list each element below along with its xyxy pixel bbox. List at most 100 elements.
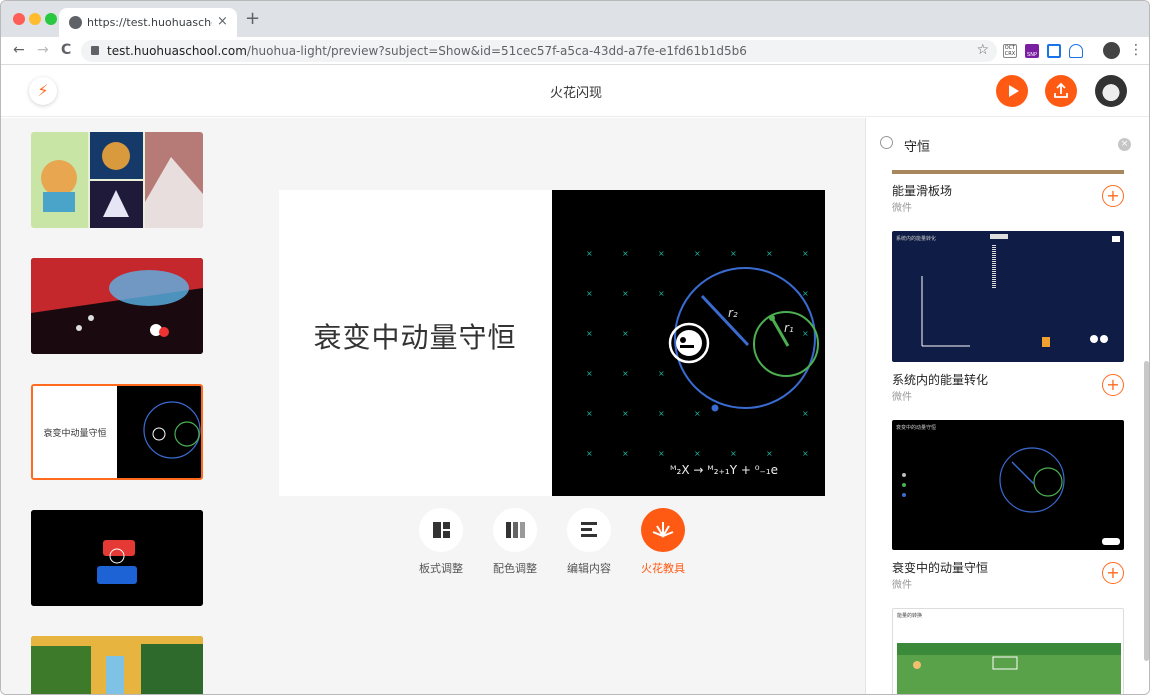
svg-text:×: ×: [622, 409, 629, 418]
decay-widget-preview: 衰变中的动量守恒: [896, 424, 1120, 545]
r2-label: r₂: [728, 306, 738, 320]
clear-search-icon[interactable]: ×: [1118, 138, 1131, 151]
edit-content-label: 编辑内容: [567, 562, 611, 575]
color-adjust-label: 配色调整: [493, 562, 537, 575]
layout-icon: [433, 522, 450, 538]
slide-list: 衰变中动量守恒: [1, 118, 241, 694]
upload-icon: [1054, 82, 1068, 98]
color-adjust-button[interactable]: 配色调整: [485, 508, 545, 576]
panel-scrollbar[interactable]: [1144, 361, 1149, 661]
edit-content-button[interactable]: 编辑内容: [559, 508, 619, 576]
slide-thumbnail-selected[interactable]: 衰变中动量守恒: [31, 384, 203, 480]
slide-preview[interactable]: 衰变中动量守恒 × × × × × × × × × × × × × × × × × × × × × × × × × × ×…: [279, 190, 825, 496]
result-thumbnail[interactable]: 能量的转换: [892, 608, 1124, 694]
page-title: 火花闪现: [549, 86, 602, 101]
play-button[interactable]: [996, 75, 1028, 107]
spark-tools-button[interactable]: 火花教具: [633, 508, 693, 576]
screenshot-extension-icon[interactable]: [1047, 44, 1061, 58]
add-widget-button[interactable]: +: [1102, 374, 1124, 396]
add-widget-button[interactable]: +: [1102, 185, 1124, 207]
decay-formula: ᴹ₂X → ᴹ₂₊₁Y + ⁰₋₁e: [670, 463, 778, 477]
slide-thumbnail[interactable]: [31, 132, 203, 228]
back-button[interactable]: ←: [13, 41, 25, 59]
search-input[interactable]: 守恒: [904, 136, 930, 155]
globe-icon: [69, 16, 82, 29]
svg-text:×: ×: [586, 369, 593, 378]
forward-button[interactable]: →: [37, 41, 49, 59]
result-type: 微件: [892, 203, 912, 214]
editor-canvas: 衰变中动量守恒 × × × × × × × × × × × × × × × × × × × × × × × × × × ×…: [241, 118, 865, 694]
user-extension-icon[interactable]: [1069, 44, 1083, 58]
physics-widget[interactable]: × × × × × × × × × × × × × × × × × × × × × × × × × × × × ×: [552, 190, 825, 496]
browser-tab[interactable]: https://test.huohuaschool.com ×: [59, 8, 237, 37]
snp-extension-icon[interactable]: SNP: [1025, 44, 1039, 58]
svg-text:×: ×: [622, 449, 629, 458]
svg-text:×: ×: [802, 449, 809, 458]
svg-text:×: ×: [658, 449, 665, 458]
result-image-edge: [892, 170, 1124, 174]
svg-text:×: ×: [622, 369, 629, 378]
slide-thumbnail[interactable]: [31, 636, 203, 694]
football-widget-preview: 能量的转换: [897, 612, 1121, 694]
svg-text:×: ×: [802, 409, 809, 418]
collage-illustration: [31, 132, 203, 228]
svg-text:×: ×: [766, 449, 773, 458]
browser-window: https://test.huohuaschool.com × + ← → C …: [0, 0, 1150, 695]
svg-text:衰变中的动量守恒: 衰变中的动量守恒: [896, 424, 936, 431]
tab-strip: https://test.huohuaschool.com × +: [1, 1, 1149, 37]
svg-text:×: ×: [658, 409, 665, 418]
result-thumbnail[interactable]: 衰变中的动量守恒: [892, 420, 1124, 550]
browser-menu-icon[interactable]: ⋮: [1129, 42, 1143, 58]
play-icon: [1009, 85, 1019, 97]
svg-text:系统内的能量转化: 系统内的能量转化: [896, 235, 936, 242]
maximize-window-button[interactable]: [45, 13, 57, 25]
svg-text:×: ×: [586, 289, 593, 298]
svg-text:×: ×: [586, 409, 593, 418]
result-name: 衰变中的动量守恒: [892, 561, 989, 575]
svg-text:×: ×: [730, 249, 737, 258]
physics-illustration: [117, 386, 201, 478]
svg-text:×: ×: [802, 329, 809, 338]
svg-text:×: ×: [730, 449, 737, 458]
layout-adjust-button[interactable]: 板式调整: [411, 508, 471, 576]
svg-text:×: ×: [766, 249, 773, 258]
result-name: 系统内的能量转化: [892, 373, 989, 387]
lock-icon: [91, 46, 99, 55]
tab-close-icon[interactable]: ×: [217, 14, 228, 29]
reload-button[interactable]: C: [61, 41, 71, 59]
search-box[interactable]: 守恒 ×: [880, 134, 1131, 156]
slide-thumbnail-title: 衰变中动量守恒: [43, 429, 107, 439]
r1-label: r₁: [784, 321, 794, 335]
search-icon: [880, 136, 893, 149]
spark-tool-icon: [652, 522, 674, 538]
layout-adjust-label: 板式调整: [419, 562, 463, 575]
oct-crx-extension-icon[interactable]: OCT CRX: [1003, 44, 1017, 58]
svg-text:×: ×: [694, 249, 701, 258]
user-avatar[interactable]: [1095, 75, 1127, 107]
new-tab-button[interactable]: +: [245, 10, 260, 28]
tab-title: https://test.huohuaschool.com: [87, 16, 212, 29]
close-window-button[interactable]: [13, 13, 25, 25]
svg-text:×: ×: [658, 289, 665, 298]
minimize-window-button[interactable]: [29, 13, 41, 25]
slide-title: 衰变中动量守恒: [313, 321, 517, 354]
slide-thumbnail[interactable]: [31, 258, 203, 354]
jungle-illustration: [31, 636, 203, 694]
upload-button[interactable]: [1045, 75, 1077, 107]
result-thumbnail[interactable]: 系统内的能量转化: [892, 231, 1124, 362]
svg-text:×: ×: [622, 289, 629, 298]
svg-text:×: ×: [658, 249, 665, 258]
url-path: /huohua-light/preview?subject=Show&id=51…: [246, 44, 747, 58]
result-type: 微件: [892, 392, 912, 403]
slide-thumbnail[interactable]: [31, 510, 203, 606]
svg-text:×: ×: [694, 449, 701, 458]
add-widget-button[interactable]: +: [1102, 562, 1124, 584]
svg-text:×: ×: [622, 329, 629, 338]
svg-text:×: ×: [586, 329, 593, 338]
color-icon: [506, 522, 525, 538]
bookmark-star-icon[interactable]: ☆: [976, 42, 989, 58]
svg-text:×: ×: [694, 409, 701, 418]
address-bar[interactable]: test.huohuaschool.com/huohua-light/previ…: [81, 40, 997, 62]
profile-avatar[interactable]: [1103, 42, 1120, 59]
svg-text:×: ×: [586, 249, 593, 258]
